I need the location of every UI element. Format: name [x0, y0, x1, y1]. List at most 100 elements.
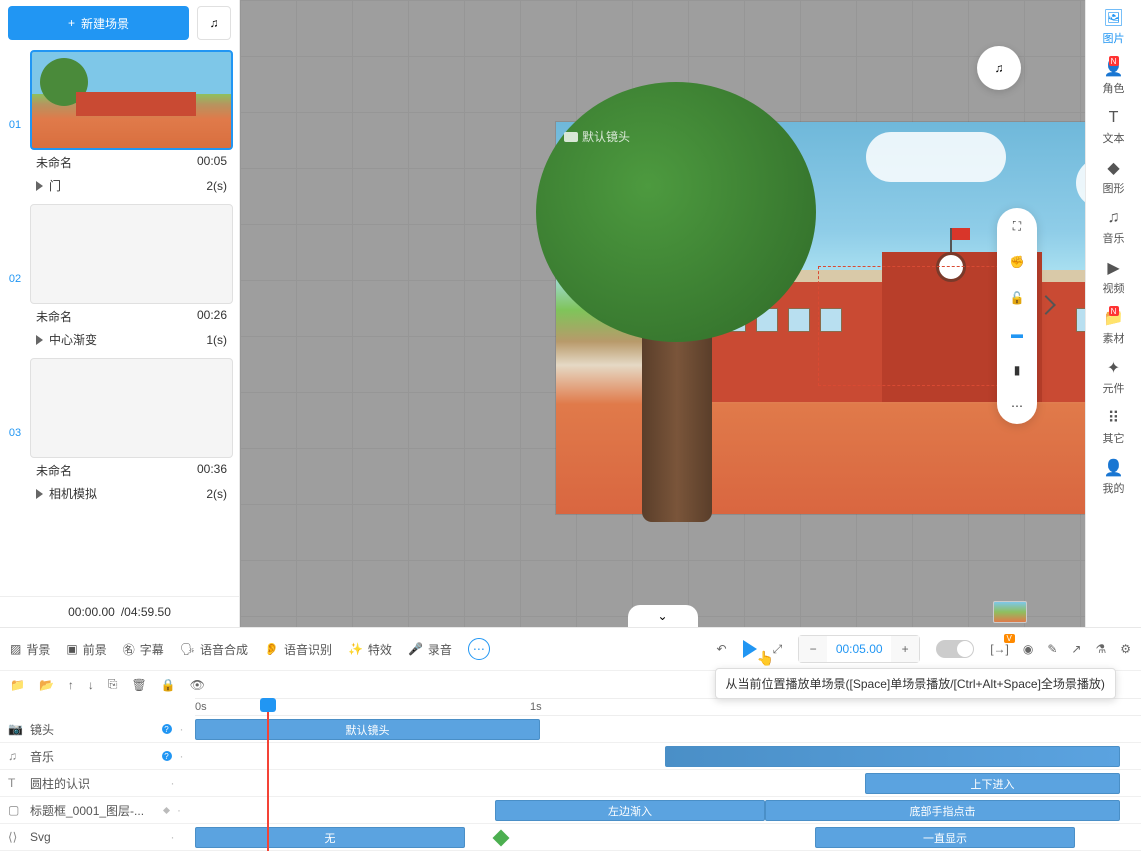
filter-icon[interactable]: ⚗ [1095, 642, 1106, 656]
tree-crown [536, 82, 816, 342]
timeline[interactable]: 0s1s 📷 镜头 ? · 默认镜头 ♫ 音乐 ? · T 圆柱的认识 · [0, 698, 1141, 851]
edit-icon[interactable]: ✎ [1047, 642, 1057, 656]
track-lane[interactable]: 左边渐入底部手指点击 [195, 797, 1141, 823]
timeline-clip[interactable]: 默认镜头 [195, 719, 540, 740]
track-header[interactable]: 📷 镜头 [0, 721, 150, 738]
mini-thumbnail[interactable] [993, 601, 1027, 623]
sidebar-label: 视频 [1103, 280, 1125, 296]
其它-icon: ⠿ [1104, 408, 1124, 428]
lock-icon[interactable]: 🔓 [1007, 288, 1027, 308]
help-icon[interactable]: ? [162, 751, 172, 761]
canvas-area[interactable]: 默认镜头 ♫ ⛶ ✊ 🔓 ▬ ▮ ⋯ ⌄ [240, 0, 1085, 627]
track-lane[interactable]: 上下进入 [195, 770, 1141, 796]
camera-icon[interactable]: ◉ [1023, 642, 1033, 656]
history-icon[interactable]: ↶ [717, 642, 727, 656]
expand-tab[interactable]: ⌄ [628, 605, 698, 627]
timeline-ruler[interactable]: 0s1s [195, 698, 1141, 716]
toolbar-录音[interactable]: 🎤录音 [408, 641, 452, 658]
track-lane[interactable] [195, 743, 1141, 769]
sidebar-item-视频[interactable]: ▶ 视频 [1103, 258, 1125, 296]
play-icon [36, 335, 43, 345]
toggle-switch[interactable] [936, 640, 974, 658]
visibility-icon[interactable]: 👁 [190, 678, 205, 692]
more-icon[interactable]: ⋯ [1007, 396, 1027, 416]
scene-thumbnail[interactable] [30, 358, 233, 458]
music-fab[interactable]: ♫ [977, 46, 1021, 90]
track-header[interactable]: T 圆柱的认识 [0, 775, 150, 792]
lock-icon[interactable]: 🔒 [161, 678, 176, 692]
folder-icon[interactable]: 📂 [39, 678, 54, 692]
track-lane[interactable]: 默认镜头 [195, 716, 1141, 742]
delete-icon[interactable]: 🗑 [132, 678, 147, 692]
more-button[interactable]: ⋯ [468, 638, 490, 660]
toolbar-前景[interactable]: ▣前景 [66, 641, 106, 658]
sidebar-item-我的[interactable]: 👤 我的 [1103, 458, 1125, 496]
track-header[interactable]: ♫ 音乐 [0, 748, 150, 765]
sidebar-item-文本[interactable]: T 文本 [1103, 108, 1125, 146]
ruler-mark: 1s [530, 701, 542, 713]
help-icon[interactable]: ? [162, 724, 172, 734]
keyframe-icon[interactable] [493, 830, 510, 847]
scene-item[interactable]: 02 未命名00:26 中心渐变1(s) [6, 204, 233, 354]
increase-button[interactable]: + [891, 636, 919, 662]
share-icon[interactable]: ↗ [1071, 642, 1081, 656]
phone-icon[interactable]: ▮ [1007, 360, 1027, 380]
track-header[interactable]: ▢ 标题框_0001_图层-... [0, 802, 150, 819]
music-button[interactable]: ♫ [197, 6, 231, 40]
track-header[interactable]: ⟨⟩ Svg [0, 830, 150, 844]
scene-transition[interactable]: 门2(s) [30, 175, 233, 200]
sidebar-label: 素材 [1103, 330, 1125, 346]
timeline-clip[interactable]: 一直显示 [815, 827, 1075, 848]
timeline-clip[interactable]: 上下进入 [865, 773, 1120, 794]
right-sidebar: 🖼 图片 N 👤 角色 T 文本 ◆ 图形 ♫ 音乐 ▶ 视频 N 📁 素材 ✦… [1085, 0, 1141, 627]
toolbar-字幕[interactable]: ㊔字幕 [123, 641, 164, 658]
time-stepper[interactable]: − + [798, 635, 920, 663]
play-tooltip: 从当前位置播放单场景([Space]单场景播放/[Ctrl+Alt+Space]… [715, 668, 1116, 699]
up-icon[interactable]: ↑ [68, 678, 74, 692]
timeline-clip[interactable]: 左边渐入 [495, 800, 765, 821]
timeline-clip[interactable] [665, 746, 1120, 767]
track-type-icon: T [8, 776, 22, 790]
export-icon[interactable]: [→]V [990, 642, 1009, 656]
sidebar-item-图片[interactable]: 🖼 图片 [1103, 8, 1125, 46]
hand-icon[interactable]: ✊ [1007, 252, 1027, 272]
toolbar-语音合成[interactable]: 🗣语音合成 [180, 641, 248, 658]
sidebar-item-元件[interactable]: ✦ 元件 [1103, 358, 1125, 396]
folder-add-icon[interactable]: 📁 [10, 678, 25, 692]
keyframe-dot[interactable] [163, 806, 170, 813]
down-icon[interactable]: ↓ [88, 678, 94, 692]
sidebar-item-角色[interactable]: N 👤 角色 [1103, 58, 1125, 96]
sidebar-label: 文本 [1103, 130, 1125, 146]
playhead[interactable] [267, 698, 269, 851]
expand-icon[interactable]: ⤢ [773, 642, 783, 657]
scene-item[interactable]: 01 未命名00:05 门2(s) [6, 50, 233, 200]
track-lane[interactable]: 无 一直显示 [195, 824, 1141, 850]
sidebar-item-其它[interactable]: ⠿ 其它 [1103, 408, 1125, 446]
flag-icon [952, 228, 970, 240]
screen-icon[interactable]: ▬ [1007, 324, 1027, 344]
scene-number: 01 [6, 50, 24, 200]
decrease-button[interactable]: − [799, 636, 827, 662]
copy-icon[interactable]: ⎘ [108, 677, 118, 692]
time-display: 00:00.00 /04:59.50 [0, 596, 239, 627]
new-scene-button[interactable]: + 新建场景 [8, 6, 189, 40]
plus-icon: + [68, 16, 75, 30]
scene-transition[interactable]: 相机模拟2(s) [30, 483, 233, 508]
play-button[interactable] [743, 640, 757, 658]
fullscreen-icon[interactable]: ⛶ [1007, 216, 1027, 236]
toolbar-语音识别[interactable]: 👂语音识别 [264, 641, 332, 658]
scene-duration: 00:26 [197, 308, 227, 325]
settings-icon[interactable]: ⚙ [1120, 642, 1131, 656]
scene-thumbnail[interactable] [30, 204, 233, 304]
sidebar-item-音乐[interactable]: ♫ 音乐 [1103, 208, 1125, 246]
timeline-clip[interactable]: 底部手指点击 [765, 800, 1120, 821]
scene-thumbnail[interactable] [30, 50, 233, 150]
toolbar-背景[interactable]: ▨背景 [10, 641, 50, 658]
toolbar-特效[interactable]: ✨特效 [348, 641, 392, 658]
time-input[interactable] [827, 636, 891, 662]
scene-transition[interactable]: 中心渐变1(s) [30, 329, 233, 354]
sidebar-item-素材[interactable]: N 📁 素材 [1103, 308, 1125, 346]
sidebar-item-图形[interactable]: ◆ 图形 [1103, 158, 1125, 196]
scene-item[interactable]: 03 未命名00:36 相机模拟2(s) [6, 358, 233, 508]
timeline-clip[interactable]: 无 [195, 827, 465, 848]
